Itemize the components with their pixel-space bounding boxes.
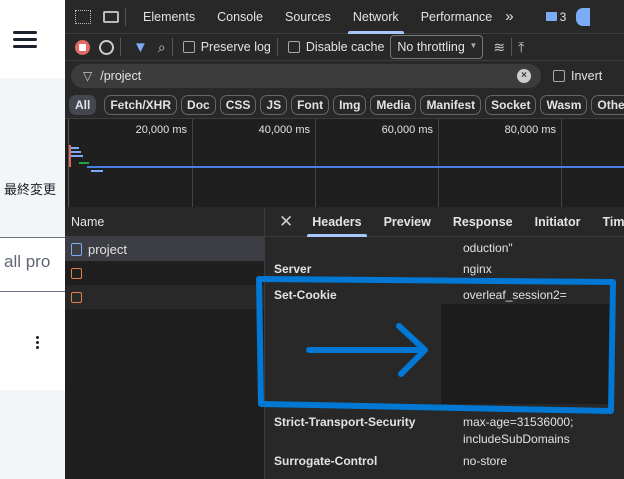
chip-wasm[interactable]: Wasm	[540, 94, 588, 115]
header-value: oduction"	[463, 241, 513, 255]
tab-elements[interactable]: Elements	[132, 0, 206, 34]
filter-value: /project	[100, 69, 142, 83]
chip-all[interactable]: All	[69, 94, 97, 115]
import-har-icon[interactable]: ⤒	[518, 39, 524, 56]
request-name: project	[88, 241, 128, 257]
disable-cache-checkbox[interactable]	[287, 41, 300, 53]
chip-manifest[interactable]: Manifest	[420, 94, 482, 115]
tab-performance[interactable]: Performance	[410, 0, 504, 34]
chip-fetch-xhr[interactable]: Fetch/XHR	[104, 94, 178, 115]
timeline-tick: 40,000 ms	[258, 124, 310, 136]
arrow-icon	[306, 323, 428, 377]
network-overview-timeline[interactable]: 20,000 ms 40,000 ms 60,000 ms 80,000 ms	[65, 118, 624, 207]
network-conditions-icon[interactable]: ≋	[493, 39, 505, 56]
close-icon[interactable]: ✕	[279, 212, 293, 232]
issues-icon[interactable]	[545, 12, 557, 21]
clear-icon[interactable]	[99, 39, 114, 55]
highlight-annotation	[256, 276, 616, 414]
chip-media[interactable]: Media	[370, 94, 417, 115]
invert-label: Invert	[571, 69, 603, 83]
search-icon[interactable]: ⌕	[158, 39, 166, 56]
tab-preview[interactable]: Preview	[373, 207, 442, 237]
name-column-header[interactable]: Name	[65, 207, 264, 237]
document-icon	[71, 242, 82, 256]
filter-funnel-icon: ▽	[83, 69, 93, 83]
chip-js[interactable]: JS	[260, 94, 288, 115]
timeline-tick: 80,000 ms	[504, 124, 556, 136]
issues-count[interactable]: 3	[560, 10, 567, 24]
chevron-down-icon: ▼	[469, 41, 478, 50]
request-list: Name project	[65, 207, 265, 479]
invert-checkbox[interactable]	[553, 70, 565, 82]
tab-sources[interactable]: Sources	[274, 0, 342, 34]
request-row[interactable]	[65, 285, 264, 309]
tab-network[interactable]: Network	[342, 0, 410, 34]
chip-doc[interactable]: Doc	[181, 94, 216, 115]
chip-img[interactable]: Img	[333, 94, 367, 115]
inspect-element-icon[interactable]	[75, 9, 91, 24]
devtools: Elements Console Sources Network Perform…	[65, 0, 624, 479]
throttling-value: No throttling	[397, 40, 465, 54]
chip-socket[interactable]: Socket	[485, 94, 537, 115]
project-search-input[interactable]: all pro	[0, 237, 65, 292]
hamburger-menu-icon[interactable]	[13, 31, 37, 49]
filter-icon[interactable]: ▼	[133, 39, 148, 56]
last-modified-column-header[interactable]: 最終変更	[4, 179, 56, 198]
preserve-log-checkbox[interactable]	[182, 41, 195, 53]
search-input-text: all pro	[4, 252, 51, 271]
script-icon	[71, 267, 82, 279]
chip-font[interactable]: Font	[291, 94, 330, 115]
more-options-icon[interactable]	[36, 336, 40, 349]
tab-console[interactable]: Console	[206, 0, 274, 34]
header-name: Surrogate-Control	[274, 454, 378, 468]
throttling-select[interactable]: No throttling ▼	[390, 35, 484, 59]
tab-headers[interactable]: Headers	[301, 207, 372, 237]
timeline-tick: 60,000 ms	[381, 124, 433, 136]
chip-css[interactable]: CSS	[219, 94, 257, 115]
record-stop-icon[interactable]	[75, 39, 90, 55]
device-toolbar-icon[interactable]	[103, 10, 119, 23]
tab-initiator[interactable]: Initiator	[524, 207, 592, 237]
clear-filter-icon[interactable]: ×	[517, 69, 531, 83]
header-value: no-store	[463, 454, 508, 468]
tab-timing[interactable]: Timing	[591, 207, 624, 237]
web-page-panel: 最終変更 all pro	[0, 0, 65, 479]
request-row[interactable]: project	[65, 237, 264, 261]
more-tabs-button[interactable]: »	[505, 8, 513, 25]
filter-input[interactable]: ▽ /project ×	[71, 64, 541, 88]
tab-response[interactable]: Response	[442, 207, 524, 237]
script-icon	[71, 291, 82, 303]
settings-avatar-icon[interactable]	[576, 7, 591, 26]
header-value: includeSubDomains	[463, 432, 570, 446]
timeline-tick: 20,000 ms	[135, 124, 187, 136]
disable-cache-label: Disable cache	[305, 40, 385, 54]
preserve-log-label: Preserve log	[200, 40, 271, 54]
chip-other[interactable]: Other	[591, 94, 624, 115]
request-row[interactable]	[65, 261, 264, 285]
highlight-box	[256, 276, 616, 414]
